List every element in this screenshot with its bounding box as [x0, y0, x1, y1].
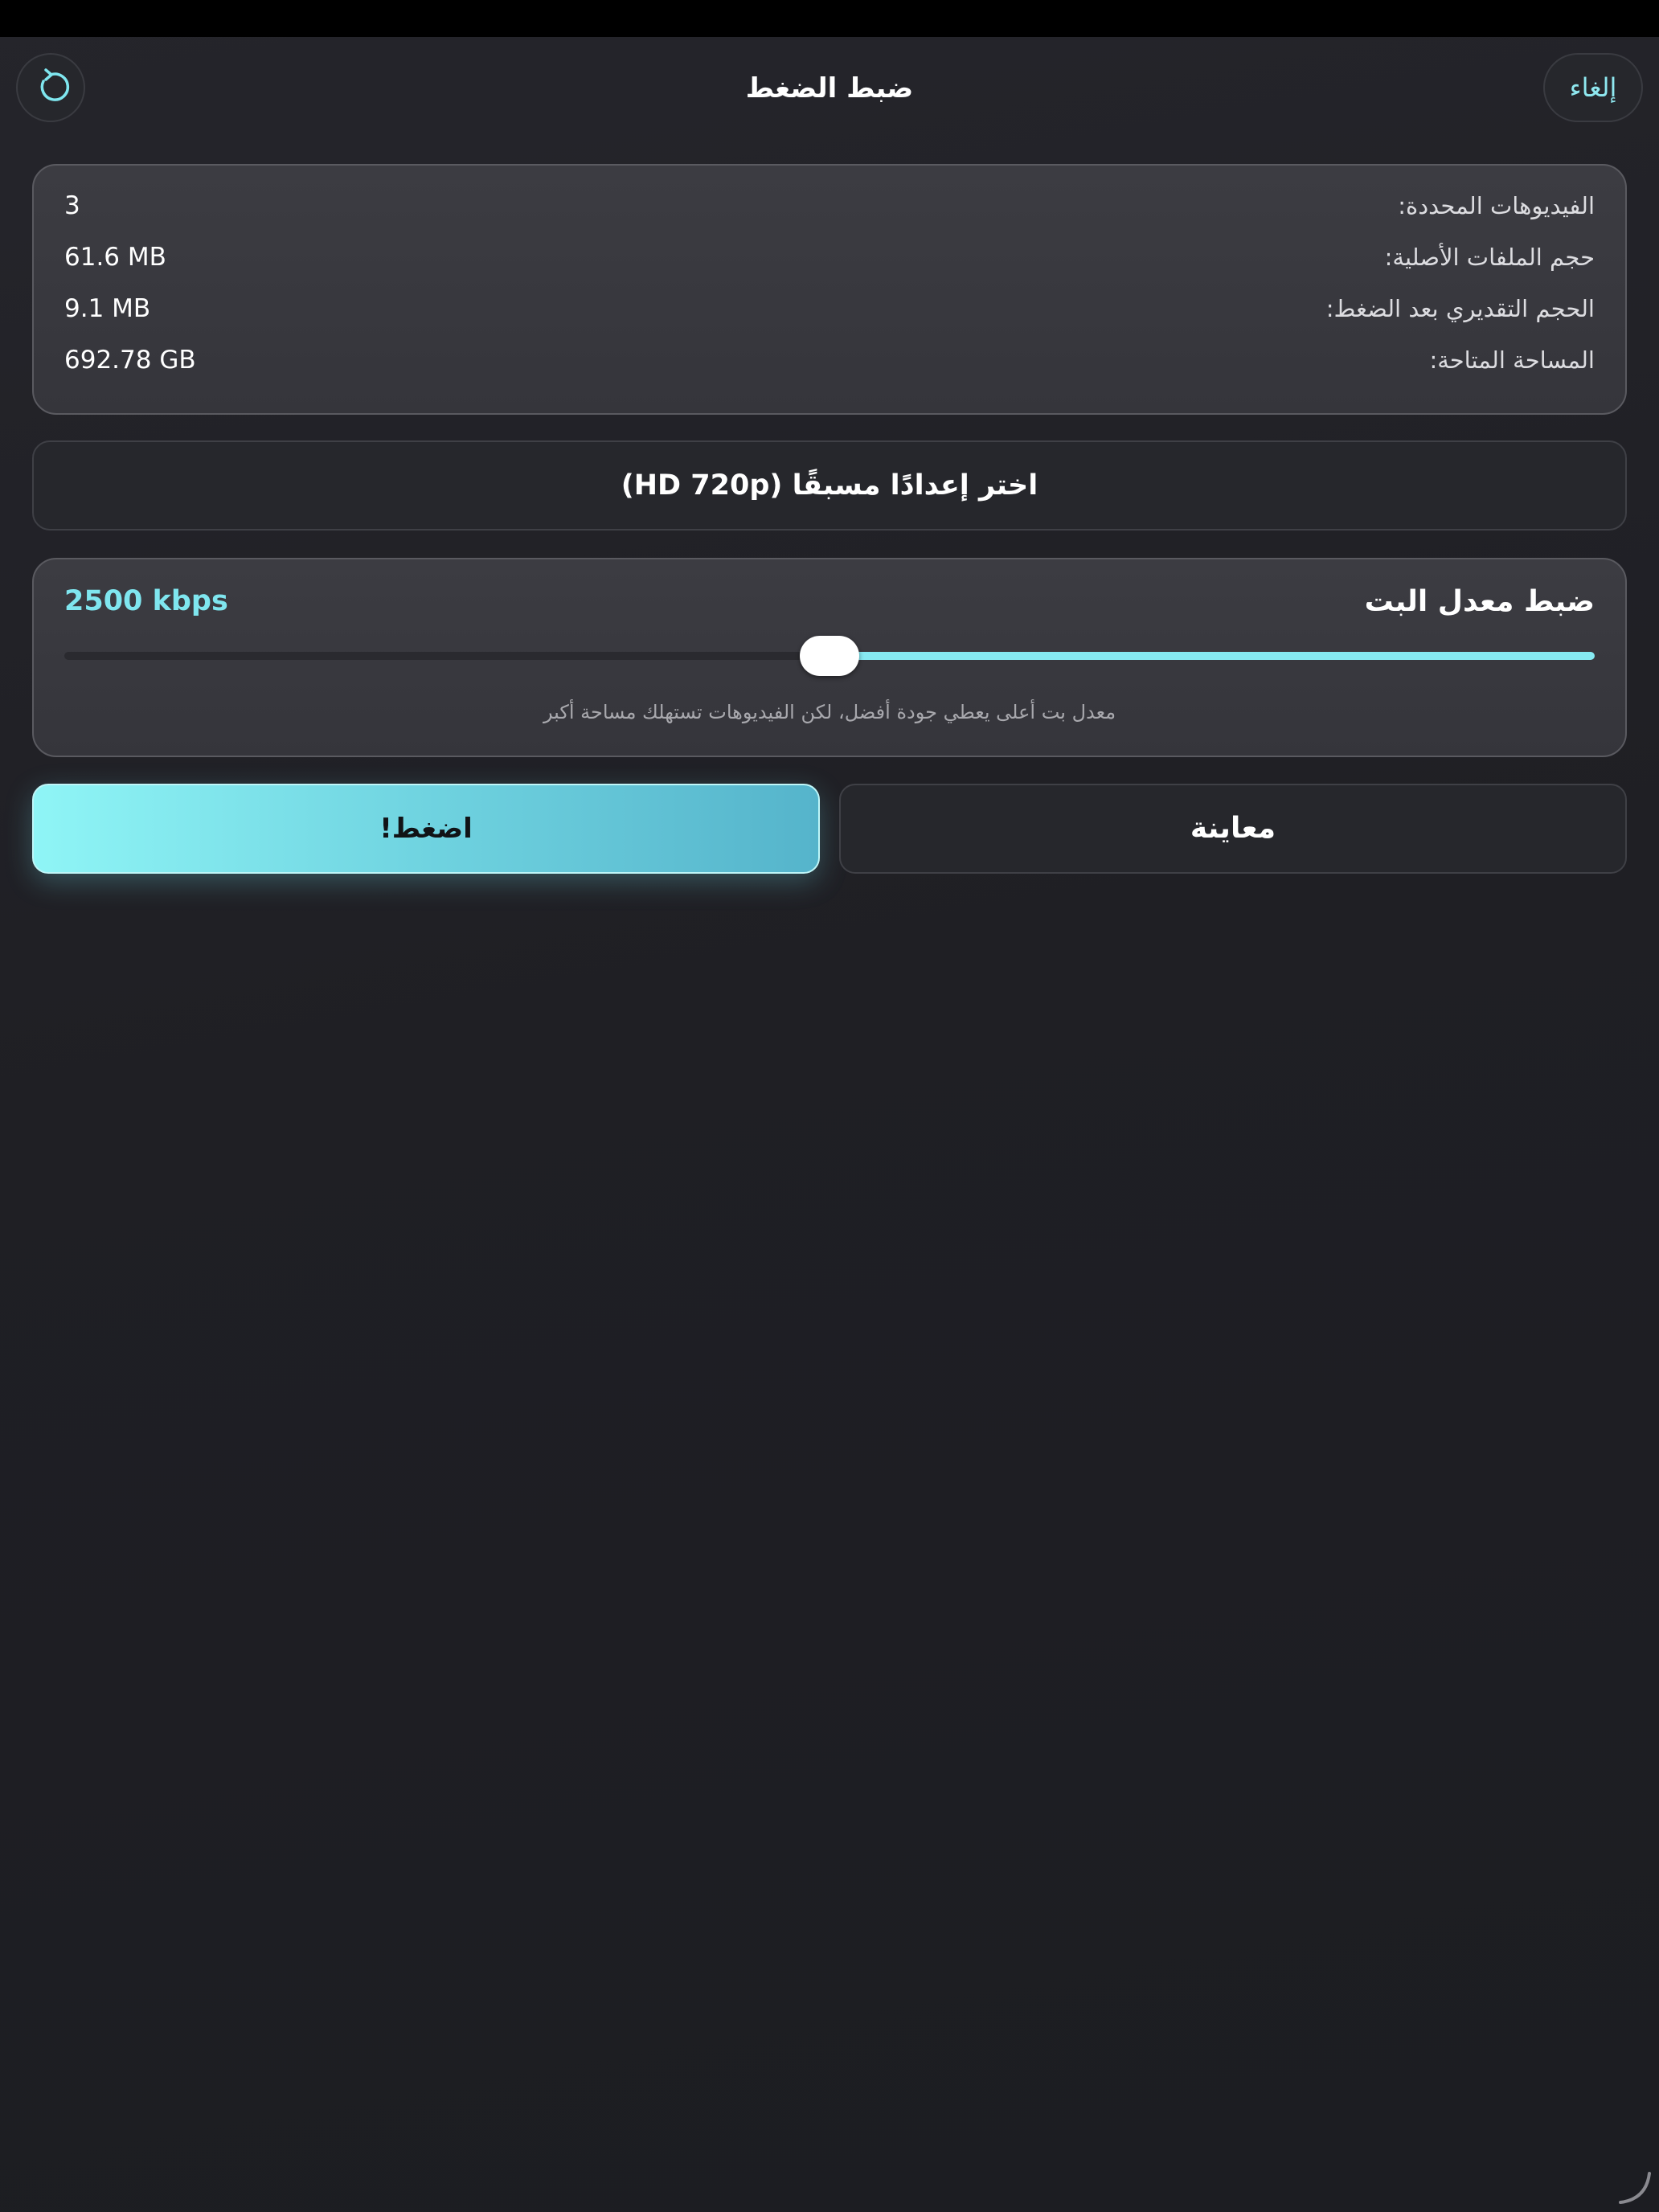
selected-videos-row: 3 الفيديوهات المحددة: — [64, 183, 1595, 228]
reset-arrow-icon — [40, 68, 70, 101]
original-size-value: 61.6 MB — [64, 243, 166, 272]
slider-thumb[interactable] — [800, 636, 859, 676]
available-space-value: 692.78 GB — [64, 346, 196, 375]
cancel-button[interactable]: إلغاء — [1543, 53, 1643, 122]
bitrate-title: ضبط معدل البت — [1364, 585, 1595, 618]
status-bar — [0, 0, 1659, 37]
bitrate-slider[interactable] — [64, 636, 1595, 676]
page-title: ضبط الضغط — [745, 72, 914, 104]
navigation-bar: ضبط الضغط إلغاء — [0, 37, 1659, 135]
preset-select-button[interactable]: اختر إعدادًا مسبقًا (HD 720p) — [32, 440, 1627, 530]
estimated-size-label: الحجم التقديري بعد الضغط: — [1325, 295, 1595, 322]
compress-button[interactable]: اضغط! — [32, 784, 820, 874]
estimated-size-value: 9.1 MB — [64, 294, 151, 323]
compression-summary-card: 3 الفيديوهات المحددة: 61.6 MB حجم الملفا… — [32, 164, 1627, 415]
action-buttons: اضغط! معاينة — [32, 784, 1627, 874]
preview-button[interactable]: معاينة — [839, 784, 1627, 874]
available-space-row: 692.78 GB المساحة المتاحة: — [64, 338, 1595, 383]
estimated-size-row: 9.1 MB الحجم التقديري بعد الضغط: — [64, 286, 1595, 331]
bitrate-value: 2500 kbps — [64, 585, 228, 617]
available-space-label: المساحة المتاحة: — [1429, 346, 1595, 374]
slider-fill — [830, 652, 1595, 660]
original-size-row: 61.6 MB حجم الملفات الأصلية: — [64, 235, 1595, 280]
bitrate-card: ضبط معدل البت 2500 kbps معدل بت أعلى يعط… — [32, 558, 1627, 757]
bitrate-hint: معدل بت أعلى يعطي جودة أفضل، لكن الفيديو… — [543, 701, 1116, 723]
original-size-label: حجم الملفات الأصلية: — [1384, 244, 1595, 271]
selected-videos-label: الفيديوهات المحددة: — [1398, 192, 1595, 219]
selected-videos-value: 3 — [64, 191, 80, 220]
resize-grip-icon[interactable] — [1614, 2167, 1654, 2207]
reset-button[interactable] — [16, 53, 85, 122]
